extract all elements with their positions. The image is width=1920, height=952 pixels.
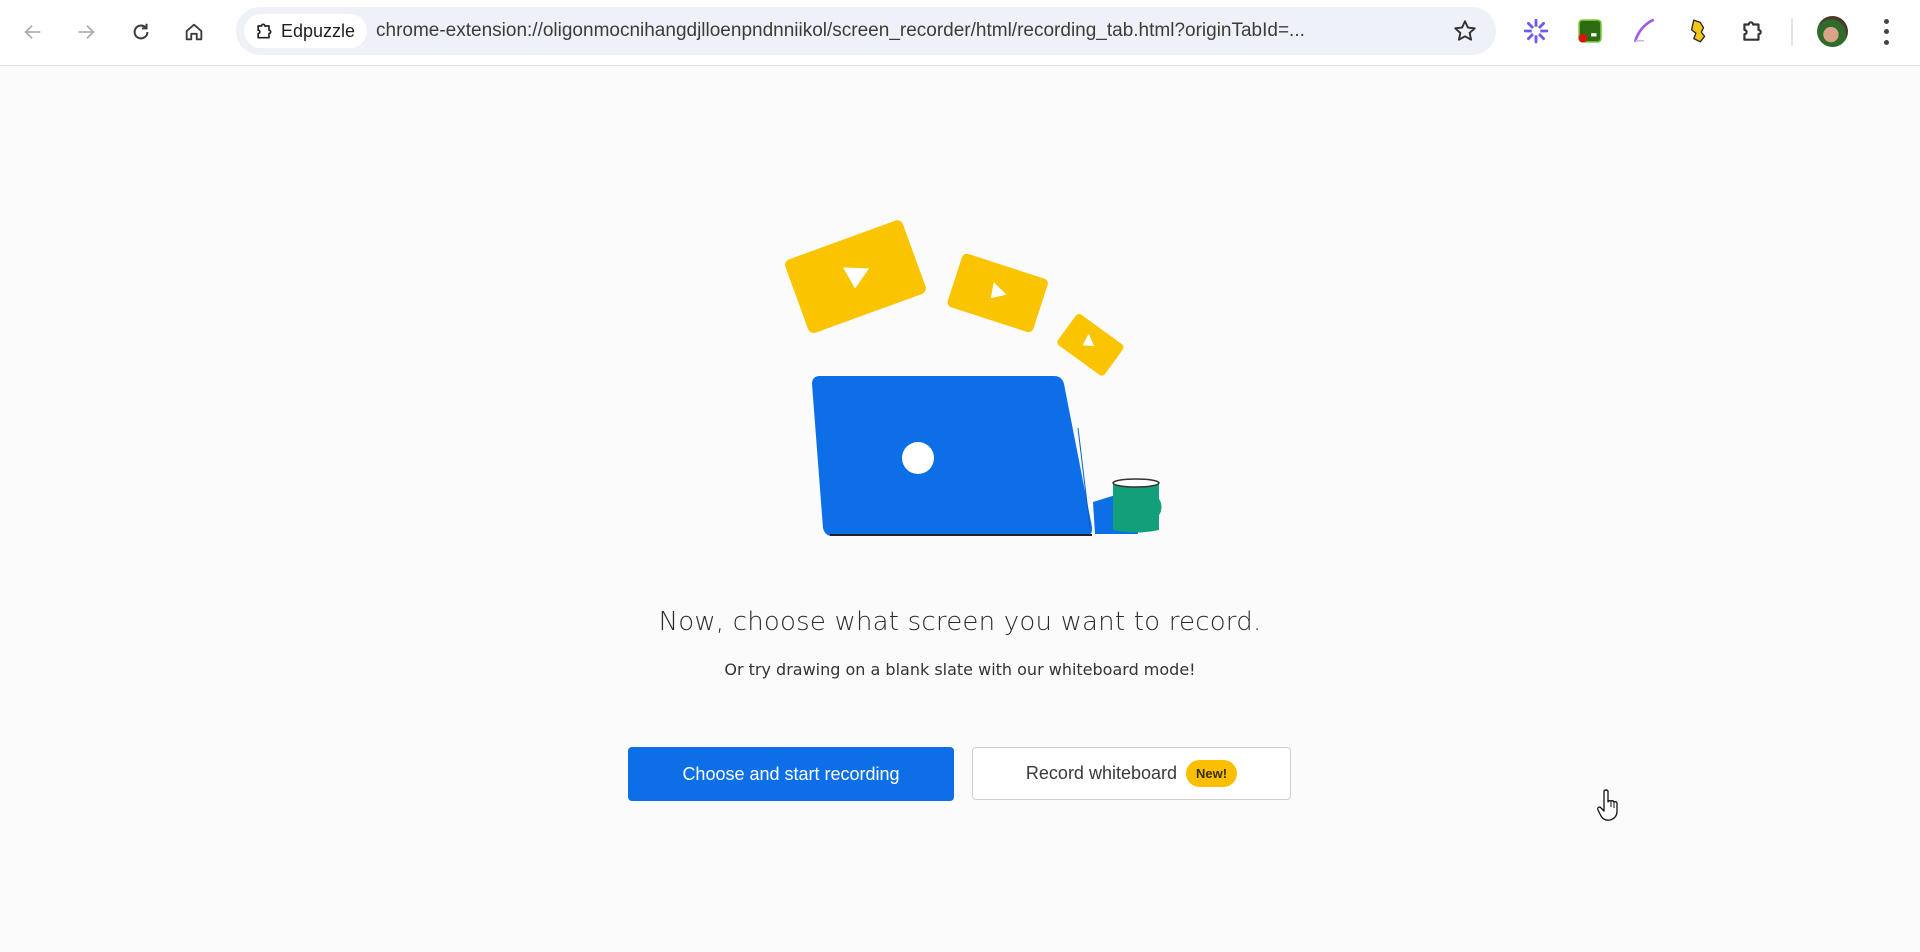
- extensions-menu-button[interactable]: [1736, 15, 1768, 47]
- recording-illustration: [785, 220, 1162, 536]
- site-info-chip[interactable]: Edpuzzle: [244, 14, 368, 48]
- quill-extension-button[interactable]: [1628, 15, 1660, 47]
- video-card-large: [785, 220, 926, 333]
- choose-and-start-recording-button[interactable]: Choose and start recording: [628, 747, 954, 801]
- page-subtext: Or try drawing on a blank slate with our…: [724, 660, 1196, 679]
- new-badge: New!: [1186, 760, 1238, 787]
- laptop: [812, 376, 1138, 536]
- record-whiteboard-button[interactable]: Record whiteboard New!: [972, 747, 1291, 800]
- coffee-mug: [1112, 478, 1162, 533]
- site-chip-label: Edpuzzle: [281, 20, 356, 41]
- asterisk-extension-button[interactable]: [1520, 15, 1552, 47]
- video-card-small: [1057, 313, 1124, 376]
- record-whiteboard-label: Record whiteboard: [1025, 763, 1178, 783]
- home-button[interactable]: [176, 14, 212, 50]
- more-vert-icon[interactable]: [1876, 16, 1896, 48]
- screen-recorder-extension-button[interactable]: [1574, 15, 1606, 47]
- extension-puzzle-icon: [1743, 21, 1762, 41]
- avatar[interactable]: [1817, 16, 1848, 47]
- video-card-medium: [947, 253, 1048, 333]
- address-bar[interactable]: Edpuzzle chrome-extension://oligonmocnih…: [236, 7, 1496, 55]
- laptop-logo: [902, 442, 934, 474]
- page-heading: Now, choose what screen you want to reco…: [658, 607, 1262, 637]
- quill-icon: [1633, 18, 1655, 43]
- url-text[interactable]: chrome-extension://oligonmocnihangdjlloe…: [376, 20, 1305, 42]
- honey-icon: [1690, 19, 1706, 43]
- home-icon: [185, 23, 203, 41]
- honey-extension-button[interactable]: [1681, 15, 1713, 47]
- browser-toolbar: Edpuzzle chrome-extension://oligonmocnih…: [0, 0, 1920, 66]
- back-button[interactable]: [15, 14, 51, 50]
- extension-puzzle-icon: [257, 23, 272, 39]
- reload-icon: [133, 23, 149, 40]
- star-icon[interactable]: [1452, 18, 1478, 44]
- forward-button[interactable]: [68, 14, 104, 50]
- arrow-left-icon: [24, 24, 41, 40]
- hand-cursor-icon: [1597, 789, 1618, 821]
- record-screen-icon: [1578, 19, 1602, 43]
- arrow-right-icon: [78, 24, 95, 40]
- asterisk-icon: [1523, 18, 1549, 44]
- reload-button[interactable]: [123, 14, 159, 50]
- toolbar-separator: [1791, 18, 1793, 46]
